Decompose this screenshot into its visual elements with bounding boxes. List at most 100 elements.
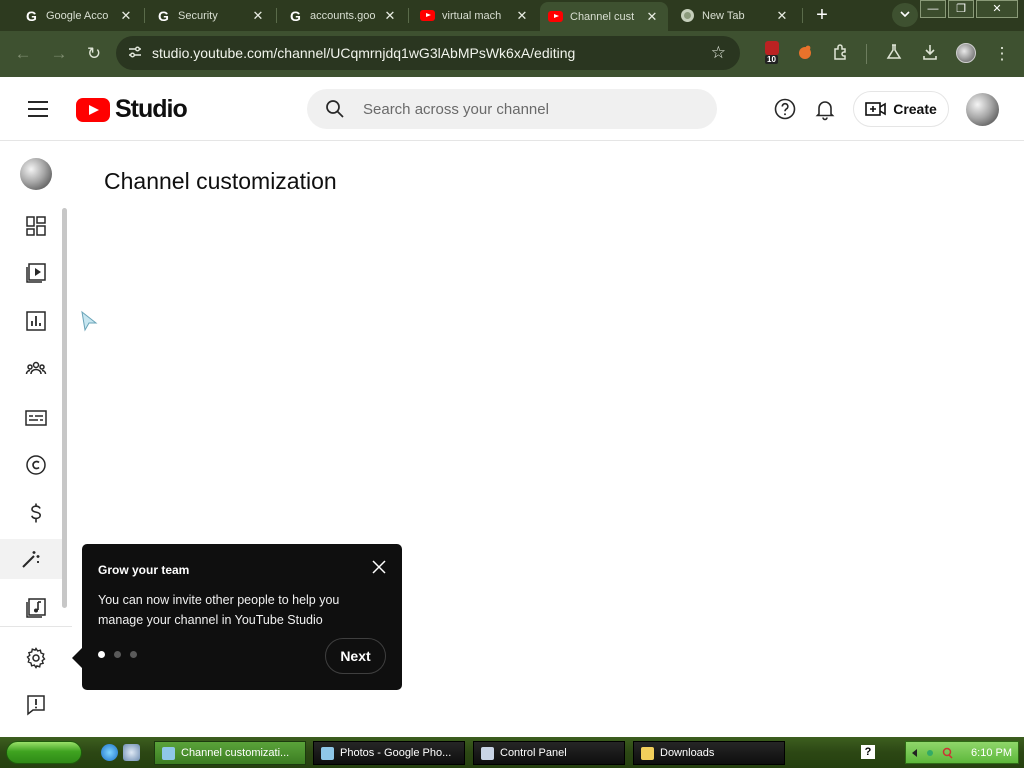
nav-earn[interactable] bbox=[12, 493, 60, 533]
channel-avatar[interactable] bbox=[20, 158, 52, 190]
address-bar[interactable]: studio.youtube.com/channel/UCqmrnjdq1wG3… bbox=[116, 36, 740, 70]
search-input[interactable] bbox=[363, 99, 693, 119]
taskbar-item-label: Channel customizati... bbox=[181, 747, 290, 759]
search-bar bbox=[307, 89, 717, 129]
site-settings-icon[interactable] bbox=[126, 44, 144, 62]
windows-taskbar: Channel customizati... Photos - Google P… bbox=[0, 737, 1024, 768]
tray-icons[interactable] bbox=[910, 747, 960, 759]
taskbar-item[interactable]: Downloads bbox=[633, 741, 785, 765]
more-vertical-icon[interactable]: ⋮ bbox=[991, 43, 1013, 65]
feedback-icon bbox=[27, 695, 45, 716]
new-tab-button[interactable]: + bbox=[810, 4, 834, 26]
window-controls: — ❐ ✕ bbox=[918, 0, 1018, 18]
tab-separator bbox=[276, 8, 277, 23]
extension-badge-count: 10 bbox=[765, 55, 778, 64]
close-window-button[interactable]: ✕ bbox=[976, 0, 1018, 18]
browser-tab-active[interactable]: Channel cust ✕ bbox=[540, 2, 668, 31]
close-tab-icon[interactable]: ✕ bbox=[514, 8, 530, 24]
taskbar-item[interactable]: Photos - Google Pho... bbox=[313, 741, 465, 765]
forward-arrow-icon[interactable]: → bbox=[48, 43, 70, 65]
tab-separator bbox=[144, 8, 145, 23]
close-tab-icon[interactable]: ✕ bbox=[774, 8, 790, 24]
nav-scrollbar[interactable] bbox=[62, 208, 68, 608]
folder-icon bbox=[641, 746, 654, 760]
nav-subtitles[interactable] bbox=[12, 398, 60, 438]
close-tab-icon[interactable]: ✕ bbox=[250, 8, 266, 24]
studio-header: Studio Create bbox=[0, 77, 1024, 141]
close-tab-icon[interactable]: ✕ bbox=[644, 9, 660, 25]
tab-separator bbox=[408, 8, 409, 23]
tooltip-pagination bbox=[98, 651, 146, 658]
download-icon[interactable] bbox=[919, 43, 941, 65]
taskbar-item[interactable]: Control Panel bbox=[473, 741, 625, 765]
google-icon: G bbox=[26, 7, 37, 24]
browser-tab[interactable]: G Google Acco ✕ bbox=[16, 2, 142, 29]
taskbar-item-label: Downloads bbox=[660, 747, 715, 759]
tab-search-button[interactable] bbox=[892, 3, 918, 27]
browser-tab[interactable]: virtual mach ✕ bbox=[412, 2, 538, 29]
browser-toolbar: ← → ↻ studio.youtube.com/channel/UCqmrnj… bbox=[0, 31, 1024, 77]
help-icon[interactable] bbox=[773, 97, 797, 121]
youtube-logo-icon bbox=[76, 97, 110, 122]
puzzle-extensions-icon[interactable] bbox=[830, 43, 852, 65]
nav-feedback[interactable] bbox=[12, 685, 60, 725]
gear-icon bbox=[26, 647, 46, 669]
community-people-icon bbox=[25, 361, 47, 375]
internet-explorer-icon[interactable] bbox=[101, 744, 118, 761]
control-panel-icon bbox=[481, 746, 494, 760]
labs-flask-icon[interactable] bbox=[883, 43, 905, 65]
nav-divider bbox=[0, 626, 72, 627]
left-navigation bbox=[0, 142, 72, 737]
studio-logo[interactable]: Studio bbox=[76, 95, 188, 124]
menu-hamburger-icon[interactable] bbox=[28, 101, 48, 117]
taskbar-item[interactable]: Channel customizati... bbox=[154, 741, 306, 765]
start-button[interactable] bbox=[6, 741, 82, 764]
copyright-icon bbox=[26, 455, 46, 475]
chevron-down-icon bbox=[900, 11, 910, 18]
back-arrow-icon[interactable]: ← bbox=[12, 43, 34, 65]
browser-profile-avatar[interactable] bbox=[956, 43, 976, 63]
browser-tab[interactable]: New Tab ✕ bbox=[672, 2, 798, 29]
browser-tab[interactable]: G Security ✕ bbox=[148, 2, 274, 29]
google-icon: G bbox=[290, 7, 301, 24]
next-button[interactable]: Next bbox=[325, 638, 386, 674]
extension-fire-icon[interactable] bbox=[794, 43, 816, 65]
show-desktop-icon[interactable] bbox=[123, 744, 140, 761]
nav-community[interactable] bbox=[12, 349, 60, 389]
content-play-icon bbox=[26, 263, 46, 283]
bell-icon[interactable] bbox=[813, 97, 837, 121]
nav-content[interactable] bbox=[12, 253, 60, 293]
clock: 6:10 PM bbox=[971, 746, 1012, 759]
system-tray: 6:10 PM bbox=[905, 741, 1019, 764]
close-tab-icon[interactable]: ✕ bbox=[382, 8, 398, 24]
mouse-cursor-icon bbox=[81, 310, 98, 332]
nav-analytics[interactable] bbox=[12, 301, 60, 341]
bookmark-star-icon[interactable]: ☆ bbox=[711, 43, 726, 63]
nav-copyright[interactable] bbox=[12, 445, 60, 485]
search-icon[interactable] bbox=[325, 99, 345, 119]
tooltip-title: Grow your team bbox=[98, 563, 190, 577]
reload-icon[interactable]: ↻ bbox=[83, 43, 105, 65]
create-label: Create bbox=[893, 101, 937, 117]
pagination-dot-active bbox=[98, 651, 105, 658]
nav-settings[interactable] bbox=[12, 638, 60, 678]
extension-icon[interactable]: 10 bbox=[762, 41, 782, 64]
create-button[interactable]: Create bbox=[853, 91, 949, 127]
youtube-icon bbox=[548, 9, 563, 24]
pagination-dot bbox=[130, 651, 137, 658]
minimize-button[interactable]: — bbox=[920, 0, 946, 18]
chrome-app-icon bbox=[321, 746, 334, 760]
grow-team-tooltip: Grow your team You can now invite other … bbox=[72, 544, 402, 690]
browser-tab[interactable]: G accounts.goo ✕ bbox=[280, 2, 406, 29]
tab-separator bbox=[802, 8, 803, 23]
pagination-dot bbox=[114, 651, 121, 658]
close-tab-icon[interactable]: ✕ bbox=[118, 8, 134, 24]
restore-button[interactable]: ❐ bbox=[948, 0, 974, 18]
close-icon[interactable] bbox=[370, 558, 388, 576]
nav-customization[interactable] bbox=[0, 539, 62, 579]
account-avatar[interactable] bbox=[966, 93, 999, 126]
nav-dashboard[interactable] bbox=[12, 206, 60, 246]
help-tray-icon[interactable]: ? bbox=[861, 745, 875, 759]
google-icon: G bbox=[158, 7, 169, 24]
nav-audio-library[interactable] bbox=[12, 588, 60, 628]
